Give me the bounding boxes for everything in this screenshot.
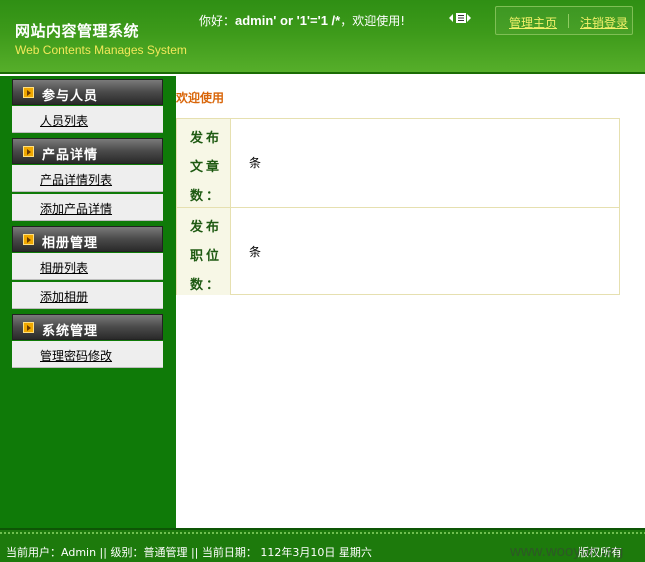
divider <box>568 14 569 28</box>
footer: 当前用户：Admin || 级别：普通管理 || 当前日期： 112年3月10日… <box>0 528 645 562</box>
arrow-right-icon <box>23 146 34 157</box>
sidebar-link[interactable]: 添加产品详情 <box>40 200 112 217</box>
sidebar-link[interactable]: 添加相册 <box>40 288 88 305</box>
book-icon <box>449 13 471 23</box>
sidebar-item-album-list: 相册列表 <box>12 253 163 280</box>
stat-label: 发布职位数： <box>177 208 231 295</box>
sidebar-link[interactable]: 管理密码修改 <box>40 347 112 364</box>
table-row: 发布文章数： 条 <box>177 119 619 207</box>
welcome-heading: 欢迎使用 <box>176 91 225 105</box>
footer-copyright: 版权所有 <box>578 546 622 559</box>
sidebar-item-change-password: 管理密码修改 <box>12 341 163 368</box>
site-subtitle: Web Contents Manages System <box>15 43 187 57</box>
site-title: 网站内容管理系统 <box>15 22 140 40</box>
sidebar-item-product-list: 产品详情列表 <box>12 165 163 192</box>
sidebar-section-albums[interactable]: 相册管理 <box>12 226 163 252</box>
sidebar-section-title: 产品详情 <box>42 148 99 163</box>
sidebar: 参与人员 人员列表 产品详情 产品详情列表 添加产品详情 相册管理 相册列表 添… <box>0 76 176 528</box>
sidebar-section-title: 参与人员 <box>42 89 99 104</box>
stat-value: 条 <box>249 245 262 259</box>
sidebar-item-add-product: 添加产品详情 <box>12 194 163 221</box>
top-links-box: 管理主页 注销登录 <box>495 6 633 35</box>
sidebar-section-system[interactable]: 系统管理 <box>12 314 163 340</box>
footer-status: 当前用户：Admin || 级别：普通管理 || 当前日期： 112年3月10日… <box>6 546 372 559</box>
greeting-suffix: ，欢迎使用! <box>340 14 406 28</box>
table-row: 发布职位数： 条 <box>177 207 619 295</box>
greeting: 你好：admin' or '1'='1 /*，欢迎使用! <box>199 12 405 29</box>
header: 网站内容管理系统 Web Contents Manages System 你好：… <box>0 0 645 74</box>
sidebar-section-title: 相册管理 <box>42 236 99 251</box>
footer-divider <box>0 532 645 534</box>
greeting-prefix: 你好： <box>199 14 236 28</box>
home-link[interactable]: 管理主页 <box>509 14 557 31</box>
sidebar-link[interactable]: 相册列表 <box>40 259 88 276</box>
username: admin' or '1'='1 /* <box>235 13 341 28</box>
stat-value: 条 <box>249 156 262 170</box>
sidebar-item-personnel-list: 人员列表 <box>12 106 163 133</box>
arrow-right-icon <box>23 322 34 333</box>
sidebar-section-products[interactable]: 产品详情 <box>12 138 163 164</box>
stats-table: 发布文章数： 条 发布职位数： 条 <box>176 118 620 295</box>
sidebar-section-title: 系统管理 <box>42 324 99 339</box>
main-content: 欢迎使用 发布文章数： 条 发布职位数： 条 <box>176 76 645 528</box>
logout-link[interactable]: 注销登录 <box>580 14 628 31</box>
sidebar-item-add-album: 添加相册 <box>12 282 163 309</box>
arrow-right-icon <box>23 234 34 245</box>
sidebar-link[interactable]: 人员列表 <box>40 112 88 129</box>
sidebar-section-participants[interactable]: 参与人员 <box>12 79 163 105</box>
arrow-right-icon <box>23 87 34 98</box>
sidebar-link[interactable]: 产品详情列表 <box>40 171 112 188</box>
stat-label: 发布文章数： <box>177 119 231 207</box>
